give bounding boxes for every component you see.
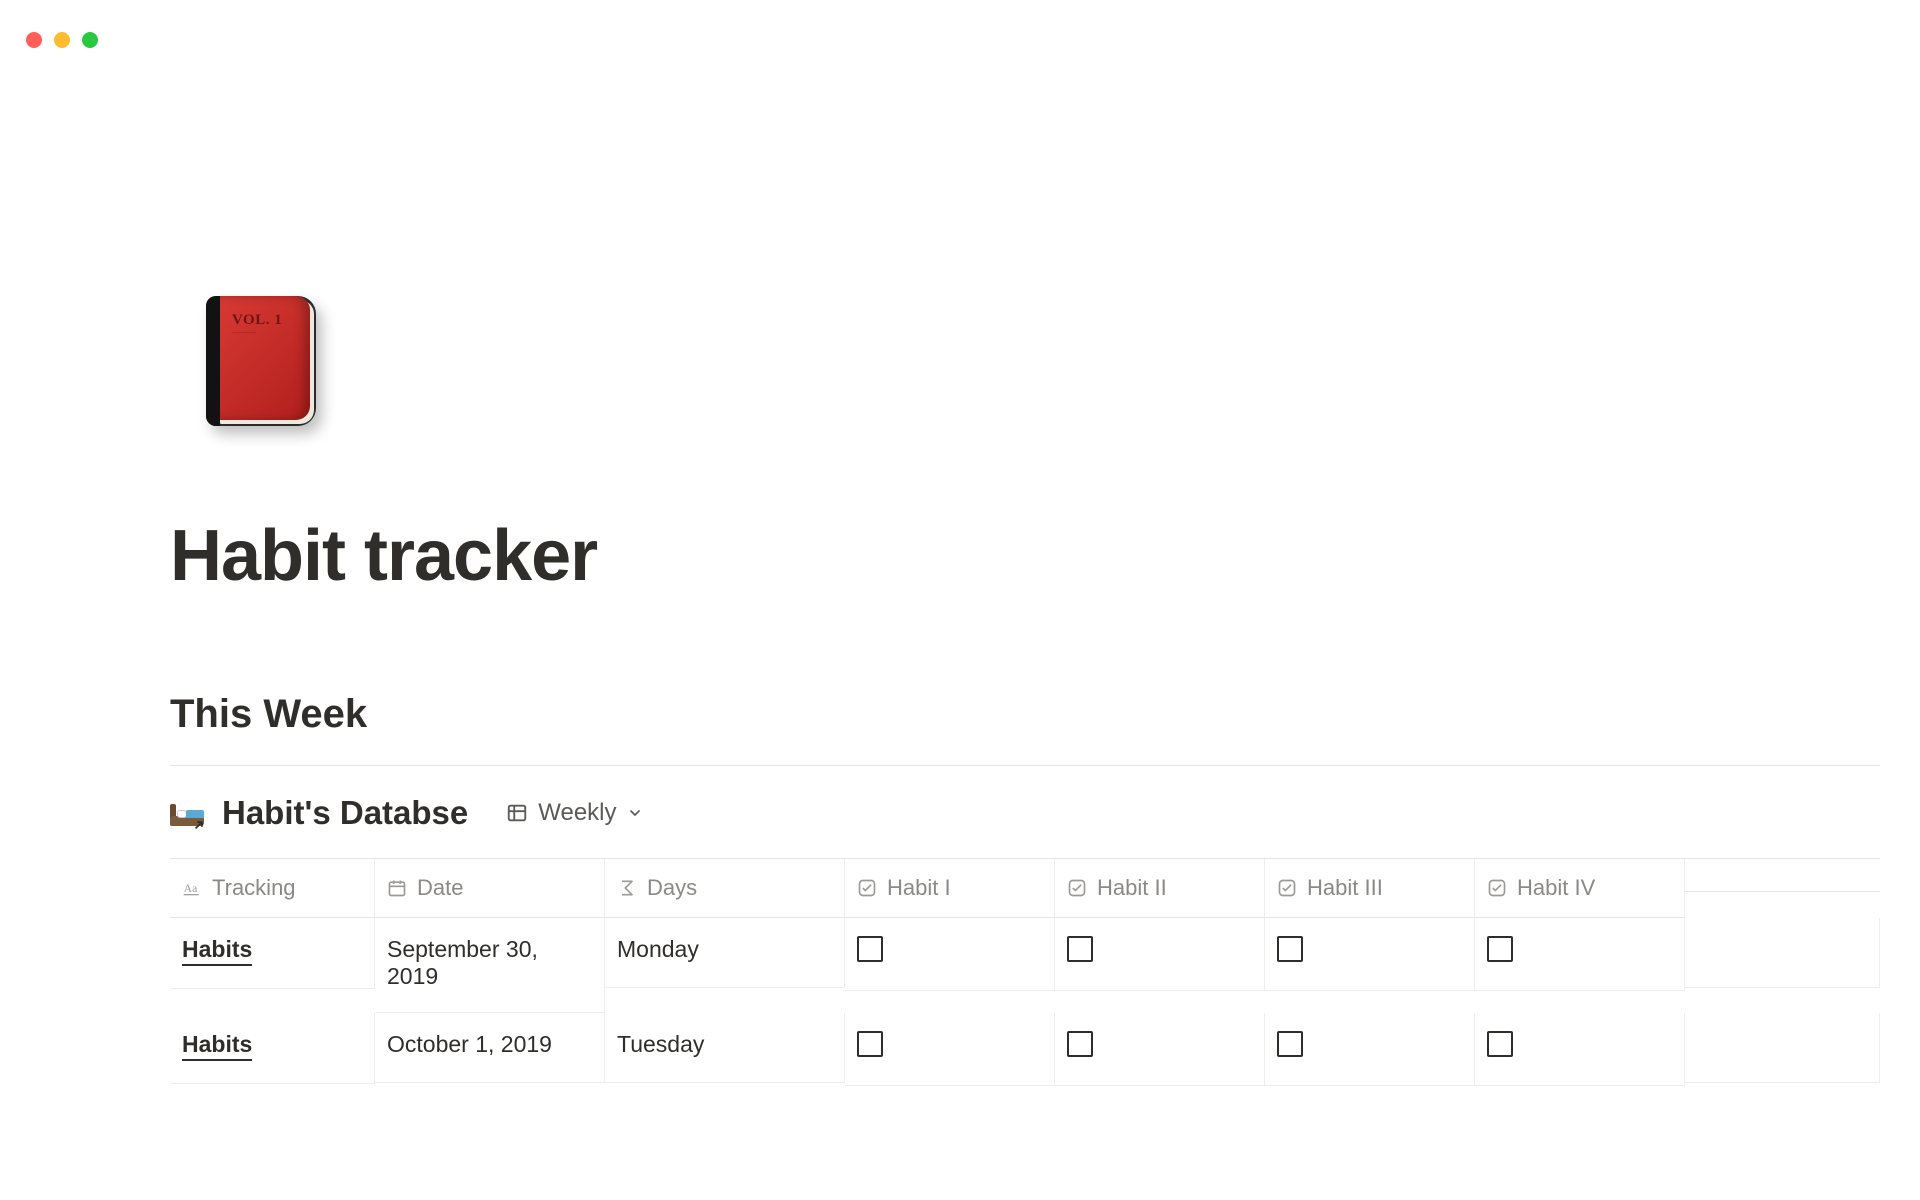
checkbox-habit2[interactable] <box>1067 936 1093 962</box>
checkbox-habit3[interactable] <box>1277 1031 1303 1057</box>
linked-arrow-icon <box>192 818 206 832</box>
column-header-date[interactable]: Date <box>375 859 605 918</box>
view-label: Weekly <box>538 799 616 827</box>
checkbox-habit4[interactable] <box>1487 1031 1513 1057</box>
svg-text:Aa: Aa <box>184 882 198 895</box>
checkbox-property-icon <box>857 878 877 898</box>
column-header-habit1[interactable]: Habit I <box>845 859 1055 918</box>
divider <box>170 765 1880 766</box>
row-title-link[interactable]: Habits <box>182 1031 252 1061</box>
window-minimize-button[interactable] <box>54 32 70 48</box>
checkbox-habit2[interactable] <box>1067 1031 1093 1057</box>
table-row[interactable]: Habits October 1, 2019 Tuesday <box>170 1013 1880 1086</box>
checkbox-habit3[interactable] <box>1277 936 1303 962</box>
column-header-habit4[interactable]: Habit IV <box>1475 859 1685 918</box>
cell-days: Tuesday <box>605 1013 845 1083</box>
checkbox-property-icon <box>1277 878 1297 898</box>
view-switcher[interactable]: Weekly <box>506 799 642 827</box>
row-title-link[interactable]: Habits <box>182 936 252 966</box>
page-title[interactable]: Habit tracker <box>170 515 1880 597</box>
checkbox-habit1[interactable] <box>857 1031 883 1057</box>
cell-days: Monday <box>605 918 845 988</box>
cell-date[interactable]: September 30, 2019 <box>375 918 605 1013</box>
table-row[interactable]: Habits September 30, 2019 Monday <box>170 918 1880 1013</box>
chevron-down-icon <box>627 805 643 821</box>
window-controls <box>26 32 98 48</box>
cell-date[interactable]: October 1, 2019 <box>375 1013 605 1083</box>
table-icon <box>506 802 528 824</box>
section-heading[interactable]: This Week <box>170 692 1880 737</box>
checkbox-property-icon <box>1487 878 1507 898</box>
window-maximize-button[interactable] <box>82 32 98 48</box>
column-header-habit3[interactable]: Habit III <box>1265 859 1475 918</box>
database-table: Aa Tracking Date Days <box>170 858 1880 1086</box>
window-close-button[interactable] <box>26 32 42 48</box>
column-header-habit2[interactable]: Habit II <box>1055 859 1265 918</box>
column-header-tracking[interactable]: Aa Tracking <box>170 859 375 918</box>
checkbox-habit1[interactable] <box>857 936 883 962</box>
bed-icon <box>170 798 204 828</box>
page-icon[interactable]: VOL. 1 ―――― <box>194 290 324 440</box>
column-header-days[interactable]: Days <box>605 859 845 918</box>
page-icon-label: VOL. 1 <box>232 312 282 329</box>
database-title[interactable]: Habit's Databse <box>222 794 468 832</box>
title-property-icon: Aa <box>182 878 202 898</box>
checkbox-habit4[interactable] <box>1487 936 1513 962</box>
date-property-icon <box>387 878 407 898</box>
formula-property-icon <box>617 878 637 898</box>
table-header-row: Aa Tracking Date Days <box>170 859 1880 918</box>
column-header-spacer <box>1685 859 1880 892</box>
checkbox-property-icon <box>1067 878 1087 898</box>
